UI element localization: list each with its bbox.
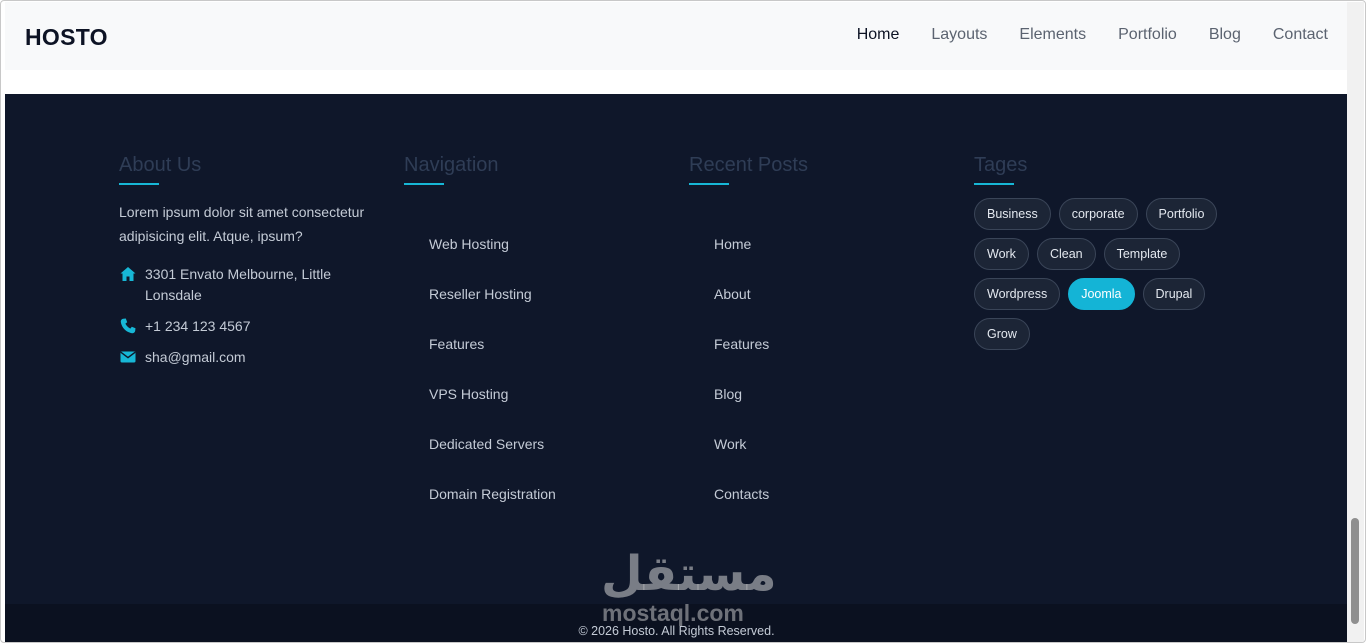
tag-grow[interactable]: Grow [974, 318, 1030, 350]
title-underline [404, 183, 444, 185]
address-row: 3301 Envato Melbourne, Little Lonsdale [119, 264, 375, 306]
envelope-icon [120, 351, 136, 363]
nav-link-portfolio[interactable]: Portfolio [1118, 26, 1177, 44]
footer-link-dedicated-servers[interactable]: Dedicated Servers [429, 434, 556, 484]
email-row: sha@gmail.com [119, 347, 375, 368]
vertical-scrollbar[interactable] [1347, 2, 1364, 642]
tag-business[interactable]: Business [974, 198, 1051, 230]
nav-link-elements[interactable]: Elements [1019, 26, 1086, 44]
navigation-section: Navigation [404, 154, 499, 185]
phone-row: +1 234 123 4567 [119, 316, 375, 337]
recent-link-blog[interactable]: Blog [714, 384, 769, 434]
recent-link-work[interactable]: Work [714, 434, 769, 484]
home-icon [120, 267, 136, 281]
footer-link-web-hosting[interactable]: Web Hosting [429, 234, 556, 284]
tag-template[interactable]: Template [1103, 238, 1181, 270]
email-text: sha@gmail.com [145, 349, 246, 365]
page-content-gap [5, 70, 1348, 94]
watermark-url: mostaql.com [602, 600, 744, 626]
footer: About Us Lorem ipsum dolor sit amet cons… [5, 94, 1348, 642]
tag-work[interactable]: Work [974, 238, 1029, 270]
tag-joomla[interactable]: Joomla [1068, 278, 1135, 310]
about-title: About Us [119, 154, 202, 176]
phone-icon [120, 318, 136, 334]
tags-title: Tages [974, 154, 1028, 176]
watermark-logo: مستقل [601, 546, 777, 602]
recent-posts-list: Home About Features Blog Work Contacts [714, 234, 769, 534]
navigation-list: Web Hosting Reseller Hosting Features VP… [429, 234, 556, 534]
tag-drupal[interactable]: Drupal [1142, 278, 1206, 310]
nav-link-home[interactable]: Home [857, 26, 900, 44]
footer-link-reseller-hosting[interactable]: Reseller Hosting [429, 284, 556, 334]
navigation-title: Navigation [404, 154, 499, 176]
about-section: About Us [119, 154, 201, 185]
nav-menu: Home Layouts Elements Portfolio Blog Con… [825, 26, 1328, 44]
tag-cloud: Business corporate Portfolio Work Clean … [974, 198, 1234, 358]
tags-section: Tages [974, 154, 1027, 185]
navbar: HOSTO Home Layouts Elements Portfolio Bl… [5, 2, 1348, 70]
address-text: 3301 Envato Melbourne, Little Lonsdale [145, 266, 332, 303]
browser-viewport: HOSTO Home Layouts Elements Portfolio Bl… [0, 0, 1366, 643]
footer-link-features[interactable]: Features [429, 334, 556, 384]
title-underline [119, 183, 159, 185]
nav-link-layouts[interactable]: Layouts [931, 26, 987, 44]
recent-posts-section: Recent Posts [689, 154, 808, 185]
nav-link-contact[interactable]: Contact [1273, 26, 1328, 44]
recent-posts-title: Recent Posts [689, 154, 808, 176]
brand-logo[interactable]: HOSTO [25, 24, 108, 51]
recent-link-features[interactable]: Features [714, 334, 769, 384]
tag-portfolio[interactable]: Portfolio [1145, 198, 1218, 230]
title-underline [974, 183, 1014, 185]
footer-link-domain-registration[interactable]: Domain Registration [429, 484, 556, 534]
nav-link-blog[interactable]: Blog [1209, 26, 1241, 44]
recent-link-contacts[interactable]: Contacts [714, 484, 769, 534]
recent-link-about[interactable]: About [714, 284, 769, 334]
footer-link-vps-hosting[interactable]: VPS Hosting [429, 384, 556, 434]
scrollbar-thumb[interactable] [1351, 518, 1359, 624]
tag-corporate[interactable]: corporate [1058, 198, 1138, 230]
tag-clean[interactable]: Clean [1036, 238, 1096, 270]
tag-wordpress[interactable]: Wordpress [974, 278, 1061, 310]
recent-link-home[interactable]: Home [714, 234, 769, 284]
phone-text: +1 234 123 4567 [145, 318, 251, 334]
title-underline [689, 183, 729, 185]
about-text: Lorem ipsum dolor sit amet consectetur a… [119, 204, 365, 244]
